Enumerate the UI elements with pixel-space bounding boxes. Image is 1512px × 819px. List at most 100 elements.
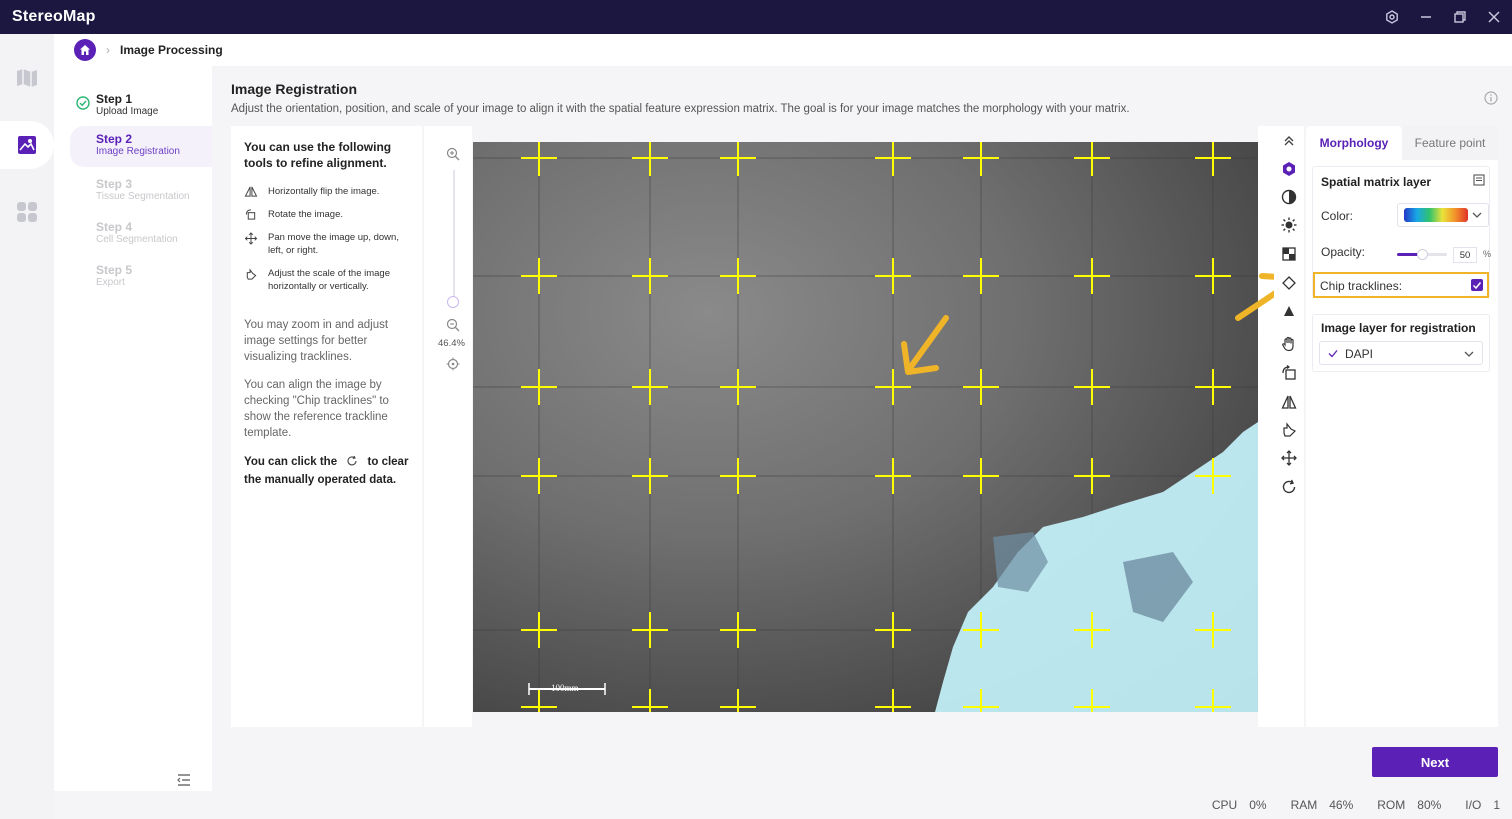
trackline-cross [875,142,911,176]
step-4[interactable]: Step 4 Cell Segmentation [70,214,212,254]
trackline-cross [720,612,756,648]
step-2[interactable]: Step 2 Image Registration [70,126,212,167]
trackline-cross [1195,142,1231,176]
apps-icon [17,202,37,222]
close-icon[interactable] [1484,7,1504,27]
trackline-cross [720,689,756,712]
zoom-level: 46.4% [438,338,465,349]
layer-settings-icon[interactable] [1473,174,1485,186]
trackline-cross [521,369,557,405]
image-icon [18,136,36,154]
layers-panel: Morphology Feature point Spatial matrix … [1306,126,1498,727]
trackline-cross [521,612,557,648]
step-title: Step 4 [96,220,133,234]
restore-icon[interactable] [1450,7,1470,27]
page-description: Adjust the orientation, position, and sc… [231,103,1130,115]
registration-layer-select[interactable]: DAPI [1319,341,1483,365]
histogram-icon[interactable] [1280,245,1298,263]
trackline-cross [1195,258,1231,294]
zoom-in-icon[interactable] [446,147,460,161]
io-value: 1 [1493,798,1500,812]
zoom-slider-track[interactable] [453,170,455,300]
instructions-lead: You can use the following tools to refin… [244,140,392,170]
contrast-icon[interactable] [1280,188,1298,206]
tab-feature-point[interactable]: Feature point [1402,126,1498,160]
chip-tracklines-checkbox[interactable] [1471,279,1483,291]
step-title: Step 5 [96,263,133,277]
step-subtitle: Tissue Segmentation [96,191,190,202]
trackline-cross [875,258,911,294]
minimize-icon[interactable] [1416,7,1436,27]
rail-map[interactable] [0,54,54,102]
sharpen-icon[interactable] [1280,302,1298,320]
instruction-text: Adjust the scale of the image horizontal… [268,268,390,292]
ram-stat: RAM 46% [1291,798,1354,812]
trackline-cross [875,612,911,648]
reset-tip-part1: You can click the [244,456,338,468]
registration-layer-card: Image layer for registration DAPI [1312,314,1490,372]
step-subtitle: Upload Image [96,106,159,117]
viewport-frame [1258,126,1274,727]
opacity-unit: % [1483,249,1492,259]
rom-value: 80% [1417,798,1442,812]
hand-icon[interactable] [1280,335,1298,353]
map-icon [17,69,37,87]
reset-icon[interactable] [1280,478,1298,496]
rail-image-processing[interactable] [0,121,54,169]
check-icon [1328,350,1338,358]
title-bar: StereoMap [0,0,1512,34]
flip-icon[interactable] [1280,393,1298,411]
opacity-slider-handle[interactable] [1417,249,1428,260]
rail-apps[interactable] [0,188,54,236]
chevron-right-icon: › [106,43,110,57]
settings-icon[interactable] [1382,7,1402,27]
scale-bar-label: 100mm [551,683,579,693]
colormap-select[interactable] [1397,203,1489,227]
collapse-menu-icon[interactable] [176,772,192,788]
trackline-cross [720,458,756,494]
step-5[interactable]: Step 5 Export [70,257,212,297]
step-1[interactable]: Step 1 Upload Image [70,86,212,126]
move-icon[interactable] [1280,449,1298,467]
ram-label: RAM [1290,798,1318,812]
step-title: Step 2 [96,132,133,146]
home-icon[interactable] [74,39,96,61]
color-label: Color: [1321,209,1354,223]
step-subtitle: Image Registration [96,146,180,157]
trackline-cross [720,369,756,405]
trackline-cross [963,369,999,405]
ram-value: 46% [1329,798,1354,812]
opacity-slider[interactable] [1397,249,1447,260]
instruction-reset-tip: You can click the to clear the manually … [244,453,410,489]
cpu-label: CPU [1211,798,1238,812]
trackline-cross [632,458,668,494]
zoom-out-icon[interactable] [446,318,460,332]
card-title: Image layer for registration [1321,321,1476,335]
move-icon [244,232,258,245]
instruction-flip: Horizontally flip the image. [244,185,410,198]
trackline-cross [1074,142,1110,176]
locate-icon[interactable] [446,357,460,371]
info-icon[interactable] [1484,91,1498,105]
collapse-up-icon[interactable] [1280,132,1298,150]
filter-icon[interactable] [1280,274,1298,292]
cpu-value: 0% [1249,798,1267,812]
next-button[interactable]: Next [1372,747,1498,777]
trackline-cross [632,369,668,405]
brightness-icon[interactable] [1280,216,1298,234]
image-canvas[interactable]: 100mm [473,142,1258,712]
flip-icon [244,186,258,197]
step-3[interactable]: Step 3 Tissue Segmentation [70,171,212,211]
trackline-cross [720,142,756,176]
step-title: Step 3 [96,177,133,191]
opacity-label: Opacity: [1321,245,1366,259]
gear-icon[interactable] [1280,160,1298,178]
spatial-matrix-region [935,422,1258,712]
zoom-slider-handle[interactable] [447,296,459,308]
tab-morphology[interactable]: Morphology [1306,126,1402,160]
instruction-scale: Adjust the scale of the image horizontal… [244,267,410,293]
rotate-icon[interactable] [1280,364,1298,382]
scale-icon[interactable] [1280,421,1298,439]
trackline-overlay: 100mm [473,142,1258,712]
opacity-input[interactable]: 50 [1453,247,1477,263]
